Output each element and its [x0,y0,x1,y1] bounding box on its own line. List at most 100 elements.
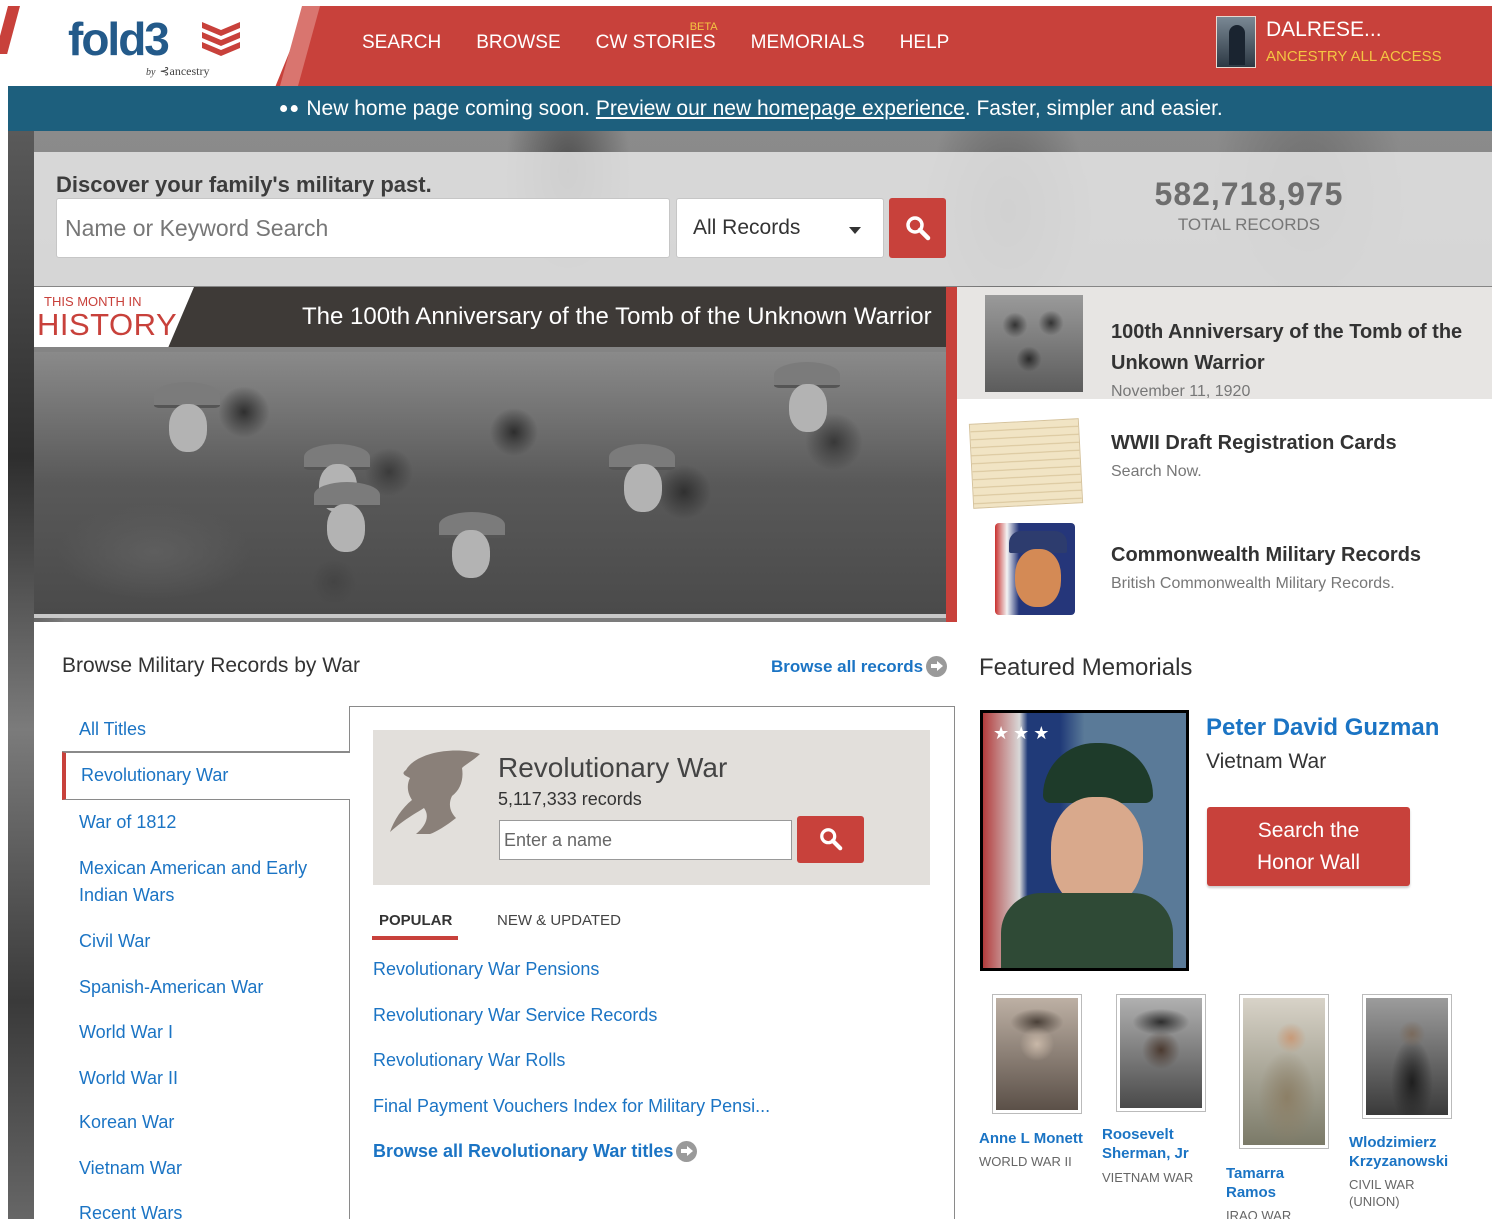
popular-link[interactable]: Revolutionary War Service Records [373,1005,657,1026]
record-scope-value: All Records [693,216,801,239]
war-item-civil-war[interactable]: Civil War [62,928,350,955]
memorial-thumb[interactable] [1239,994,1329,1149]
memorial-thumb-image [1120,998,1202,1108]
feature-item[interactable]: WWII Draft Registration Cards Search Now… [957,399,1492,511]
feature-thumb-draft-cards [968,418,1084,509]
feature-item[interactable]: 100th Anniversary of the Tomb of the Unk… [957,287,1492,400]
browse-all-records-link[interactable]: Browse all records [771,656,948,677]
war-item-vietnam-war[interactable]: Vietnam War [62,1155,350,1182]
logo-area[interactable]: fold3 by ⊰ancestry [38,6,308,86]
memorial-thumb-image [996,998,1078,1110]
history-tag: THIS MONTH IN HISTORY [34,287,194,347]
header-stripe [8,6,38,86]
memorial-person-name[interactable]: Roosevelt Sherman, Jr [1102,1125,1212,1163]
memorial-thumb-image [1366,998,1448,1115]
search-honor-wall-button[interactable]: Search the Honor Wall [1207,807,1410,886]
thumb-face [1015,549,1061,607]
nav-search[interactable]: SEARCH [362,32,441,54]
memorial-person-name[interactable]: Anne L Monett [979,1129,1083,1148]
photo-face [624,464,662,512]
war-search-button[interactable] [797,816,864,863]
preview-homepage-link[interactable]: Preview our new homepage experience [596,97,965,121]
memorial-person-war: CIVIL WAR (UNION) [1349,1177,1415,1209]
memorial-thumb[interactable] [1362,994,1452,1119]
search-button[interactable] [889,198,946,258]
hero-left-strip [8,131,34,1219]
memorial-thumb[interactable] [992,994,1082,1114]
war-item-korean-war[interactable]: Korean War [62,1109,350,1136]
war-item-spanish-american[interactable]: Spanish-American War [62,974,350,1001]
photo-face [327,504,365,552]
main-nav: SEARCH BROWSE CW STORIES BETA MEMORIALS … [362,21,984,54]
search-input[interactable] [56,198,670,258]
nav-browse[interactable]: BROWSE [476,32,560,54]
beta-badge: BETA [689,21,718,33]
browse-war-titles-link[interactable]: Browse all Revolutionary War titles [373,1141,698,1162]
war-item-world-war-ii[interactable]: World War II [62,1065,350,1092]
feature-thumb-soldiers [985,295,1083,392]
photo-face [789,384,827,432]
ancestry-leaf-icon: ⊰ [159,64,170,78]
war-item-revolutionary-war[interactable]: Revolutionary War [62,752,350,800]
user-name[interactable]: DALRESE... [1266,18,1442,42]
memorial-thumb[interactable] [1116,994,1206,1112]
war-card-title: Revolutionary War [498,752,728,783]
tab-new-updated[interactable]: NEW & UPDATED [497,912,621,929]
total-records-label: TOTAL RECORDS [1177,215,1321,234]
flag-stars: ★★★ [993,723,1054,743]
search-icon [905,216,930,241]
war-item-world-war-i[interactable]: World War I [62,1019,350,1046]
portrait-cap [1043,743,1153,803]
war-item-war-of-1812[interactable]: War of 1812 [62,809,350,836]
war-item-recent-wars[interactable]: Recent Wars [62,1200,350,1219]
arrow-circle-icon [676,1141,698,1162]
logo-ancestry: ancestry [169,64,210,78]
announcement-bar: ⚫⚫ New home page coming soon. Preview ou… [8,86,1492,131]
announcement-lead: New home page coming soon. [306,96,591,120]
announcement-tail: . Faster, simpler and easier. [964,96,1223,120]
logo-by: by [146,67,156,78]
popular-link[interactable]: Revolutionary War Pensions [373,959,599,980]
memorials-title: Featured Memorials [979,654,1193,681]
browse-all-label: Browse all records [771,656,924,676]
browse-war-titles-label: Browse all Revolutionary War titles [373,1141,674,1161]
browse-title: Browse Military Records by War [62,654,360,677]
war-name-input[interactable] [499,820,792,860]
war-item-all-titles[interactable]: All Titles [62,716,350,743]
memorial-person-name[interactable]: Wlodzimierz Krzyzanowski [1349,1133,1479,1171]
tab-popular[interactable]: POPULAR [379,912,452,929]
record-scope-select[interactable]: All Records [676,198,884,258]
nav-cw-stories[interactable]: CW STORIES BETA [595,21,718,54]
feature-sub: British Commonwealth Military Records. [1111,575,1395,592]
photo-face [169,404,207,452]
featured-memorial-name[interactable]: Peter David Guzman [1206,714,1439,742]
fold3-logo[interactable]: fold3 [68,12,170,66]
feature-item[interactable]: Commonwealth Military Records British Co… [957,511,1492,623]
history-title[interactable]: The 100th Anniversary of the Tomb of the… [302,303,932,331]
total-records-count: 582,718,975 [1154,176,1344,212]
history-photo[interactable] [34,352,946,618]
user-plan: ANCESTRY ALL ACCESS [1266,48,1442,65]
memorial-thumb-image [1243,998,1325,1145]
portrait-uniform [1001,893,1173,968]
site-header: fold3 by ⊰ancestry SEARCH BROWSE CW STORI… [8,6,1492,86]
feature-sub: Search Now. [1111,463,1202,480]
arrow-circle-icon [926,656,948,677]
nav-help[interactable]: HELP [900,32,950,54]
featured-memorial-photo[interactable]: ★★★ [980,710,1189,971]
memorial-person-war: IRAQ WAR [1226,1208,1292,1219]
feature-title: Commonwealth Military Records [1111,544,1422,566]
caret-down-icon [849,227,861,234]
user-menu[interactable]: DALRESE... ANCESTRY ALL ACCESS [1216,16,1442,68]
avatar[interactable] [1216,16,1256,68]
revolutionary-soldier-icon [390,750,480,834]
nav-memorials[interactable]: MEMORIALS [751,32,865,54]
memorial-person-name[interactable]: Tamarra Ramos [1226,1164,1306,1202]
search-title: Discover your family's military past. [56,172,432,197]
popular-link[interactable]: Revolutionary War Rolls [373,1050,565,1071]
war-item-mexican-american[interactable]: Mexican American and Early Indian Wars [62,855,332,909]
popular-link[interactable]: Final Payment Vouchers Index for Militar… [373,1096,770,1117]
fold3-chevrons-icon [202,22,240,56]
history-tag-big: HISTORY [37,307,178,342]
nav-cw-stories-label: CW STORIES [595,32,716,53]
